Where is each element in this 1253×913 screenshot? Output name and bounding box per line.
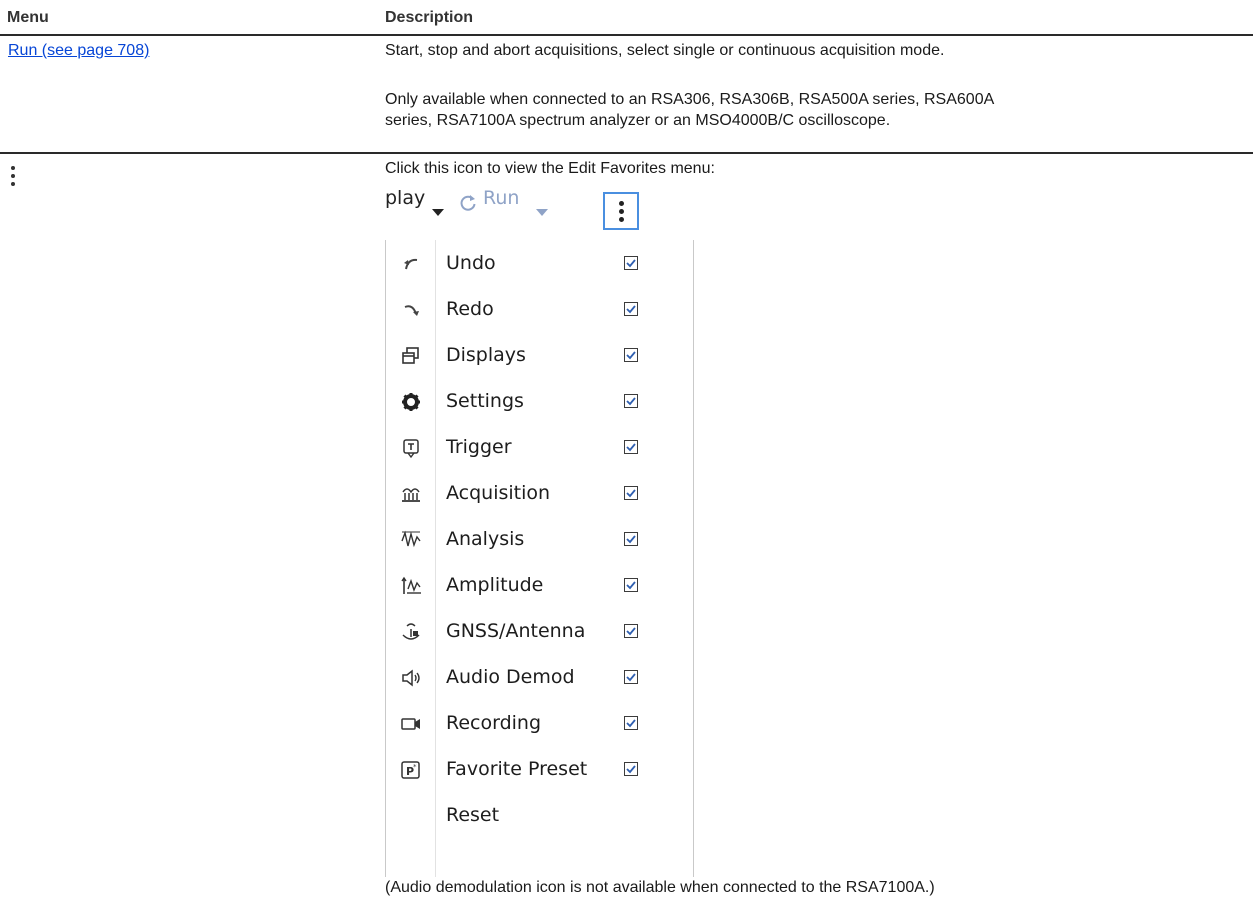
menu-item-label: Audio Demod: [446, 666, 575, 688]
menu-item-favorite-preset[interactable]: P * Favorite Preset: [386, 748, 691, 794]
undo-icon: [400, 253, 422, 275]
analysis-icon: [400, 529, 422, 551]
row-divider: [0, 152, 1253, 154]
speaker-icon: [400, 667, 422, 689]
trigger-icon: [400, 437, 422, 459]
checkbox[interactable]: [624, 440, 638, 454]
menu-item-label: Undo: [446, 252, 496, 274]
run-menu-label[interactable]: Run: [483, 187, 519, 209]
preset-icon: P *: [400, 759, 422, 781]
menu-item-label: Redo: [446, 298, 494, 320]
menu-item-label: Reset: [446, 804, 500, 826]
checkbox[interactable]: [624, 302, 638, 316]
menu-item-analysis[interactable]: Analysis: [386, 518, 691, 564]
checkbox[interactable]: [624, 578, 638, 592]
displays-icon: [400, 345, 422, 367]
menu-item-settings[interactable]: Settings: [386, 380, 691, 426]
menu-column-header: Menu: [7, 9, 49, 26]
favorites-menu: Undo Redo Displays Settings Trigger Acqu…: [385, 240, 694, 877]
video-camera-icon: [400, 713, 422, 735]
menu-item-reset[interactable]: Reset: [386, 794, 691, 840]
menu-item-gnss-antenna[interactable]: GNSS/Antenna: [386, 610, 691, 656]
menu-item-amplitude[interactable]: Amplitude: [386, 564, 691, 610]
run-page-link[interactable]: Run (see page 708): [8, 40, 149, 61]
menu-item-label: Amplitude: [446, 574, 544, 596]
redo-icon: [400, 299, 422, 321]
edit-favorites-menu-screenshot: play Run Undo Redo Displays Settings Tri…: [385, 187, 695, 877]
availability-note-line2: series, RSA7100A spectrum analyzer or an…: [385, 112, 891, 129]
menu-item-label: Acquisition: [446, 482, 551, 504]
checkbox[interactable]: [624, 394, 638, 408]
menu-item-label: Recording: [446, 712, 542, 734]
menu-item-trigger[interactable]: Trigger: [386, 426, 691, 472]
menu-item-recording[interactable]: Recording: [386, 702, 691, 748]
run-icon: [458, 193, 478, 217]
checkbox[interactable]: [624, 532, 638, 546]
menu-item-label: Trigger: [446, 436, 512, 458]
chevron-down-icon[interactable]: [536, 209, 548, 216]
checkbox[interactable]: [624, 348, 638, 362]
kebab-menu-button[interactable]: [603, 192, 639, 230]
menu-item-label: GNSS/Antenna: [446, 620, 586, 642]
svg-text:*: *: [413, 763, 417, 771]
menu-item-label: Analysis: [446, 528, 525, 550]
menu-item-redo[interactable]: Redo: [386, 288, 691, 334]
display-menu-label[interactable]: play: [385, 187, 425, 209]
checkbox[interactable]: [624, 716, 638, 730]
run-description: Start, stop and abort acquisitions, sele…: [385, 42, 945, 59]
edit-favorites-description: Click this icon to view the Edit Favorit…: [385, 160, 715, 177]
acquisition-icon: [400, 483, 422, 505]
menu-item-label: Displays: [446, 344, 526, 366]
menu-item-label: Favorite Preset: [446, 758, 588, 780]
gear-icon: [400, 391, 422, 413]
amplitude-icon: [400, 575, 422, 597]
menu-item-label: Settings: [446, 390, 524, 412]
availability-note-line1: Only available when connected to an RSA3…: [385, 91, 995, 108]
description-column-header: Description: [385, 9, 474, 26]
checkbox[interactable]: [624, 670, 638, 684]
kebab-menu-icon: [9, 166, 17, 188]
menu-item-acquisition[interactable]: Acquisition: [386, 472, 691, 518]
checkbox[interactable]: [624, 486, 638, 500]
checkbox[interactable]: [624, 256, 638, 270]
menu-item-displays[interactable]: Displays: [386, 334, 691, 380]
antenna-icon: [400, 621, 422, 643]
checkbox[interactable]: [624, 624, 638, 638]
header-divider: [0, 34, 1253, 36]
audio-demod-note: (Audio demodulation icon is not availabl…: [385, 879, 935, 896]
chevron-down-icon[interactable]: [432, 209, 444, 216]
checkbox[interactable]: [624, 762, 638, 776]
menu-item-audio-demod[interactable]: Audio Demod: [386, 656, 691, 702]
menu-item-undo[interactable]: Undo: [386, 242, 691, 288]
